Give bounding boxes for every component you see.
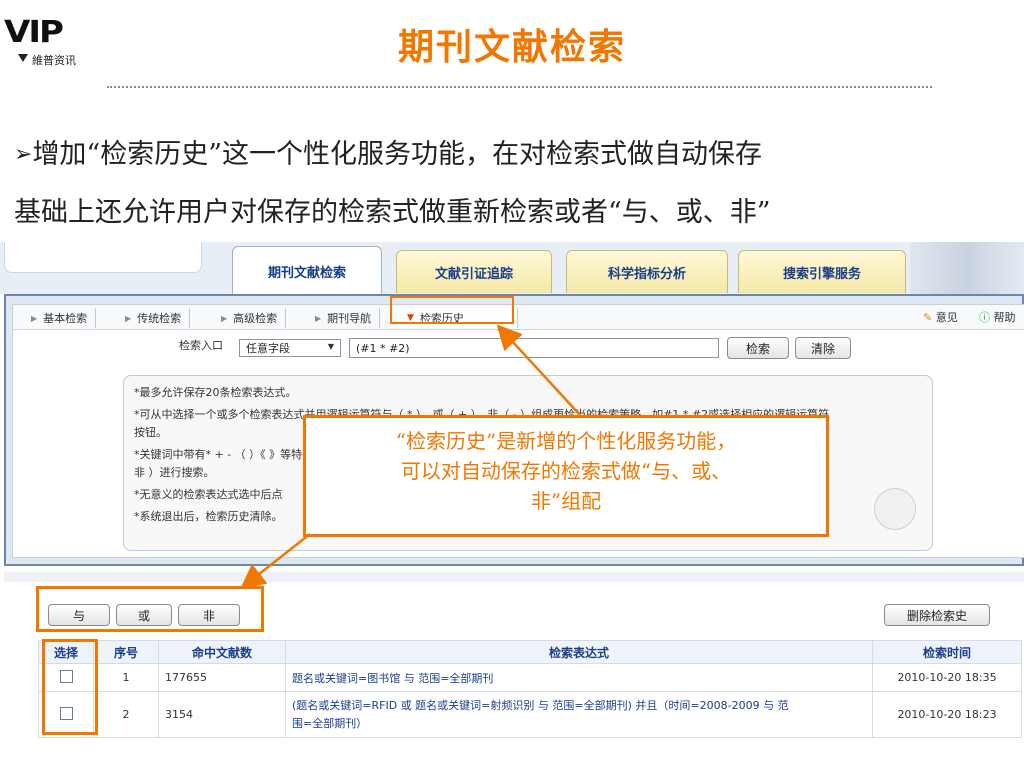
callout-arrows (240, 324, 581, 590)
arrow-to-history-tab (496, 324, 581, 416)
paragraph-line-2: 基础上还允许用户对保存的检索式做重新检索或者“与、或、非” (14, 197, 771, 228)
title-divider (107, 86, 932, 88)
paragraph-text-1: 增加“检索历史”这一个性化服务功能，在对检索式做自动保存 (32, 139, 763, 170)
paragraph-line-1: ➢增加“检索历史”这一个性化服务功能，在对检索式做自动保存 (14, 132, 762, 171)
slide-title: 期刊文献检索 (397, 27, 626, 68)
arrow-to-logic-buttons (240, 533, 311, 590)
bullet-arrow-icon: ➢ (14, 142, 33, 167)
embedded-screenshot: 期刊文献检索 文献引证追踪 科学指标分析 搜索引擎服务 ▶ 基本检索 ▶ 传统检索 … (0, 242, 1024, 768)
